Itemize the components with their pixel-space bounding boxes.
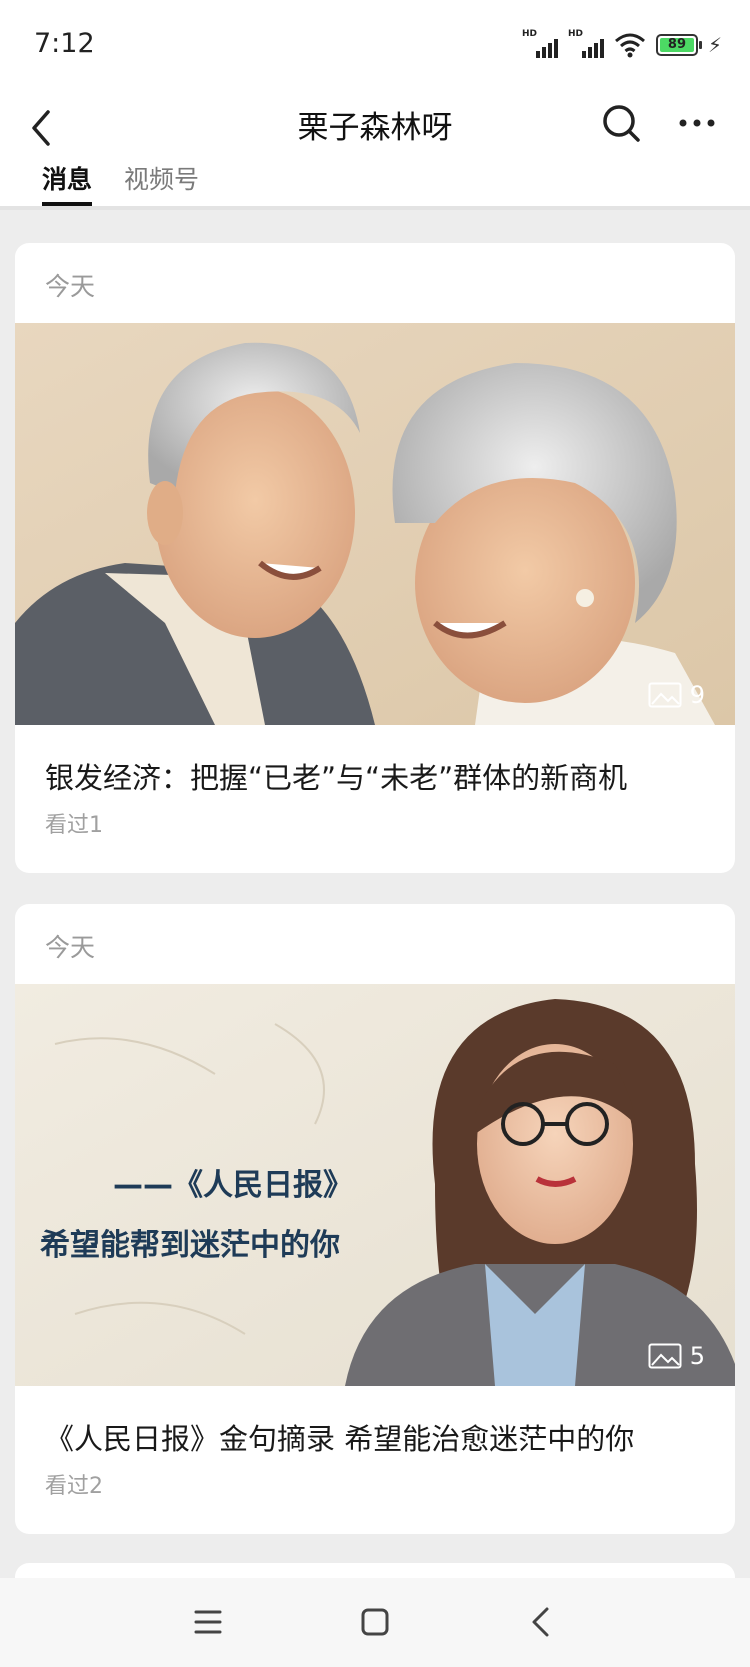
status-icons: HD HD 89 ⚡ (521, 29, 722, 60)
image-overlay-line1: ——《人民日报》 (113, 1168, 353, 1203)
divider (0, 206, 750, 210)
tab-channels[interactable]: 视频号 (124, 160, 199, 206)
status-bar: 7:12 HD HD 89 ⚡ (0, 0, 750, 88)
home-icon[interactable] (355, 1602, 395, 1642)
charging-icon: ⚡ (707, 33, 722, 57)
image-count: 5 (689, 1342, 705, 1370)
tab-messages[interactable]: 消息 (42, 160, 93, 206)
menu-icon[interactable] (188, 1602, 228, 1642)
image-icon (648, 682, 682, 708)
top-nav: 栗子森林呀 消息 视频号 (0, 88, 750, 210)
signal-hd-label: HD (567, 29, 583, 39)
status-time: 7:12 (34, 28, 95, 59)
signal-icon-1: HD (521, 29, 558, 58)
article-card[interactable]: 今天 ——《人民日报》 希望能帮到迷茫中的你 5 《人民日报》金句摘录 希望能治… (15, 904, 735, 1534)
article-date: 今天 (45, 272, 96, 301)
search-icon[interactable] (600, 102, 642, 144)
article-cover-image[interactable]: 9 (15, 323, 735, 725)
signal-hd-label: HD (521, 29, 537, 39)
image-count-badge: 9 (648, 681, 705, 709)
image-count-badge: 5 (648, 1342, 705, 1370)
image-overlay-line2: 希望能帮到迷茫中的你 (40, 1228, 340, 1263)
article-date: 今天 (45, 933, 96, 962)
article-card[interactable]: 今天 9 银发经济：把握“已老”与“未老”群体的新商机 看过1 (15, 243, 735, 873)
article-title[interactable]: 银发经济：把握“已老”与“未老”群体的新商机 (45, 755, 627, 797)
more-icon[interactable] (676, 108, 718, 138)
battery-icon: 89 (655, 34, 702, 56)
image-icon (648, 1343, 682, 1369)
tab-bar: 消息 视频号 (42, 160, 199, 206)
elderly-couple-photo (15, 323, 735, 725)
article-title[interactable]: 《人民日报》金句摘录 希望能治愈迷茫中的你 (45, 1416, 634, 1458)
signal-icon-2: HD (567, 29, 604, 58)
wifi-icon (614, 33, 645, 58)
image-count: 9 (689, 681, 705, 709)
article-cover-image[interactable]: ——《人民日报》 希望能帮到迷茫中的你 5 (15, 984, 735, 1386)
system-nav-bar (0, 1578, 750, 1667)
article-views: 看过2 (45, 1474, 103, 1499)
back-nav-icon[interactable] (522, 1602, 562, 1642)
article-views: 看过1 (45, 813, 103, 838)
battery-level: 89 (659, 38, 694, 52)
